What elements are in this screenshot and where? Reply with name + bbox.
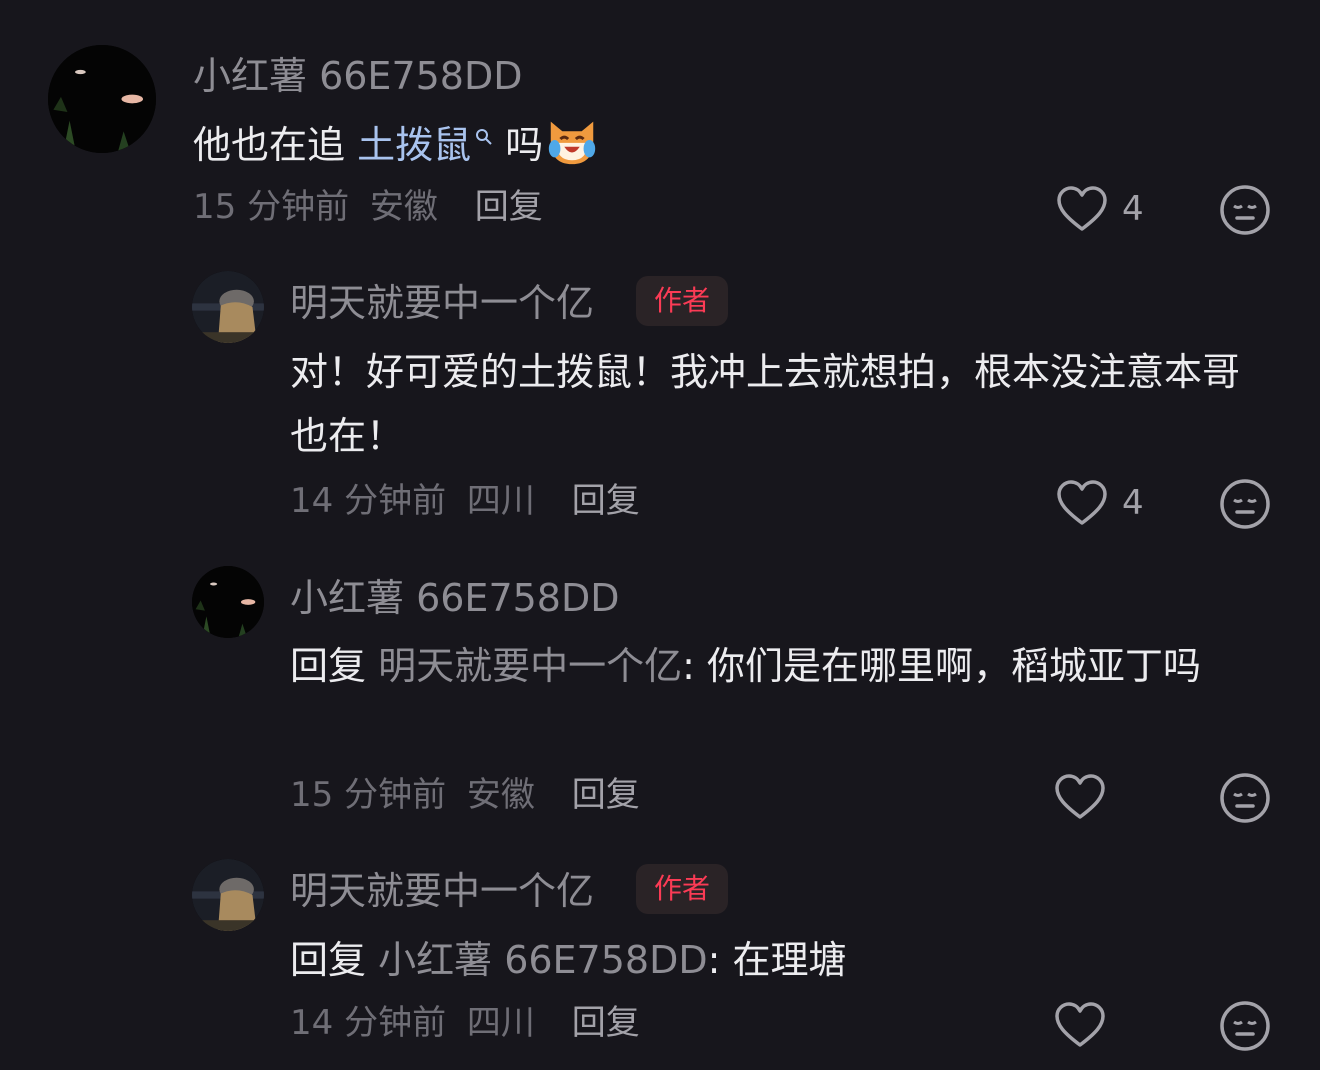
like-count: 4 bbox=[1122, 189, 1144, 229]
comment-meta: 14 分钟前 四川 回复 bbox=[290, 1000, 640, 1046]
avatar[interactable] bbox=[192, 859, 264, 931]
author-badge: 作者 bbox=[636, 276, 729, 326]
comment-text-main: 他也在追 bbox=[193, 123, 358, 167]
like-button[interactable] bbox=[1054, 773, 1106, 821]
avatar-person-image bbox=[192, 859, 264, 931]
like-button[interactable]: 4 bbox=[1056, 479, 1144, 527]
like-button[interactable]: 4 bbox=[1056, 185, 1144, 233]
avatar[interactable] bbox=[48, 45, 156, 153]
comment-text: 他也在追 土拨鼠 吗 bbox=[193, 112, 1193, 177]
username[interactable]: 小红薯 66E758DD bbox=[290, 575, 620, 621]
reply-button[interactable]: 回复 bbox=[572, 775, 640, 815]
comment-text: 对！好可爱的土拨鼠！我冲上去就想拍，根本没注意本哥也在！ bbox=[290, 350, 1241, 458]
location: 四川 bbox=[466, 481, 535, 521]
reply-prefix: 回复 bbox=[290, 644, 367, 688]
author-badge: 作者 bbox=[636, 864, 729, 914]
location: 四川 bbox=[466, 1003, 535, 1043]
reply-text: : 你们是在哪里啊，稻城亚丁吗 bbox=[682, 644, 1202, 688]
username[interactable]: 小红薯 66E758DD bbox=[193, 53, 523, 99]
neutral-face-icon[interactable] bbox=[1219, 478, 1271, 530]
username[interactable]: 明天就要中一个亿 bbox=[290, 280, 594, 326]
reply-button[interactable]: 回复 bbox=[572, 1003, 640, 1043]
reply-target-user[interactable]: 明天就要中一个亿 bbox=[378, 644, 682, 688]
comment-meta: 15 分钟前 安徽 回复 bbox=[193, 184, 543, 230]
username[interactable]: 明天就要中一个亿 bbox=[290, 868, 594, 914]
reply-target-user[interactable]: 小红薯 66E758DD bbox=[378, 938, 708, 982]
timestamp: 14 分钟前 bbox=[290, 481, 447, 521]
reply-button[interactable]: 回复 bbox=[572, 481, 640, 521]
comment-meta: 14 分钟前 四川 回复 bbox=[290, 478, 640, 524]
neutral-face-icon[interactable] bbox=[1219, 1000, 1271, 1052]
reply-prefix: 回复 bbox=[290, 938, 367, 982]
avatar-fish-image bbox=[192, 566, 264, 638]
avatar-fish-image bbox=[48, 45, 156, 153]
neutral-face-icon[interactable] bbox=[1219, 184, 1271, 236]
neutral-face-icon[interactable] bbox=[1219, 772, 1271, 824]
timestamp: 14 分钟前 bbox=[290, 1003, 447, 1043]
heart-outline-icon bbox=[1055, 774, 1105, 819]
avatar[interactable] bbox=[192, 566, 264, 638]
avatar-person-image bbox=[192, 271, 264, 343]
laughing-cat-emoji bbox=[549, 121, 596, 165]
search-icon bbox=[476, 129, 492, 145]
comment-text-end: 吗 bbox=[493, 123, 544, 167]
reply-button[interactable]: 回复 bbox=[475, 187, 543, 227]
heart-outline-icon bbox=[1055, 1002, 1105, 1047]
comment-meta: 15 分钟前 安徽 回复 bbox=[290, 772, 640, 818]
reply-text: : 在理塘 bbox=[707, 938, 847, 982]
comment-text: 回复 明天就要中一个亿: 你们是在哪里啊，稻城亚丁吗 bbox=[290, 634, 1256, 698]
avatar[interactable] bbox=[192, 271, 264, 343]
location: 安徽 bbox=[466, 775, 535, 815]
heart-outline-icon bbox=[1057, 480, 1107, 525]
timestamp: 15 分钟前 bbox=[193, 187, 350, 227]
like-count: 4 bbox=[1122, 483, 1144, 523]
comment-text: 回复 小红薯 66E758DD: 在理塘 bbox=[290, 928, 1256, 992]
topic-link[interactable]: 土拨鼠 bbox=[357, 123, 493, 167]
timestamp: 15 分钟前 bbox=[290, 775, 447, 815]
heart-outline-icon bbox=[1057, 186, 1107, 231]
location: 安徽 bbox=[369, 187, 438, 227]
like-button[interactable] bbox=[1054, 1001, 1106, 1049]
